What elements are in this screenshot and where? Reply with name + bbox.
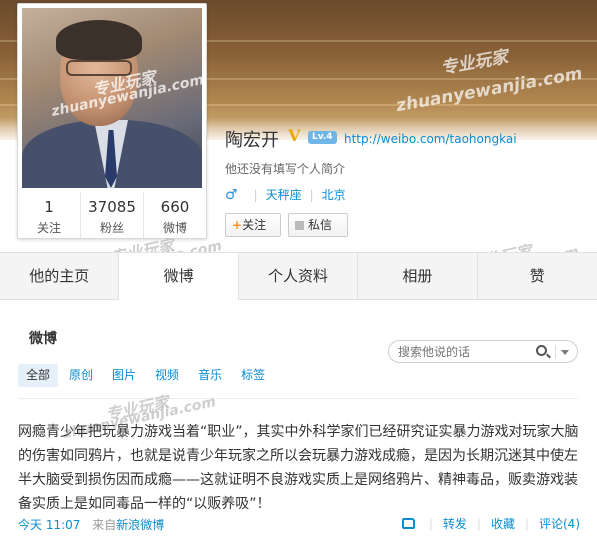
verified-icon[interactable]: V xyxy=(288,126,300,145)
message-label: 私信 xyxy=(308,218,333,232)
post-text: 网瘾青少年把玩暴力游戏当着“职业”，其实中外科学家们已经研究证实暴力游戏对玩家大… xyxy=(18,424,579,512)
action-separator: | xyxy=(428,516,433,531)
tab-album[interactable]: 相册 xyxy=(358,253,478,299)
location-link[interactable]: 北京 xyxy=(322,186,346,203)
level-badge[interactable]: Lv.4 xyxy=(308,131,337,144)
comment-button[interactable]: 评论(4) xyxy=(539,515,580,532)
like-icon[interactable] xyxy=(401,518,415,529)
message-icon xyxy=(295,221,304,230)
stat-following-label: 关注 xyxy=(36,221,61,235)
feed-search[interactable] xyxy=(388,340,578,363)
profile-url[interactable]: http://weibo.com/taohongkai xyxy=(344,132,517,146)
follow-label: 关注 xyxy=(242,218,267,232)
filter-music[interactable]: 音乐 xyxy=(190,364,230,387)
tab-profile-info[interactable]: 个人资料 xyxy=(239,253,359,299)
avatar[interactable]: 专业玩家 zhuanyewanjia.com xyxy=(22,8,202,188)
profile-name: 陶宏开 xyxy=(225,130,279,151)
male-icon: ♂ xyxy=(225,186,238,203)
filter-original[interactable]: 原创 xyxy=(61,364,101,387)
feed-divider xyxy=(18,398,579,399)
post-source-link[interactable]: 新浪微博 xyxy=(116,518,164,532)
chevron-down-icon[interactable] xyxy=(561,350,569,355)
stat-posts-count: 660 xyxy=(160,198,190,216)
stat-following-count: 1 xyxy=(44,198,54,216)
stat-followers[interactable]: 37085 粉丝 xyxy=(81,192,144,238)
watermark-en: zhuanyewanjia.com xyxy=(394,63,584,117)
filter-video[interactable]: 视频 xyxy=(147,364,187,387)
tab-home[interactable]: 他的主页 xyxy=(0,253,120,299)
watermark-cn: 专业玩家 xyxy=(439,47,510,79)
meta-separator: | xyxy=(309,187,314,202)
stat-posts[interactable]: 660 微博 xyxy=(144,192,206,238)
post-meta: 今天 11:07 来自新浪微博 xyxy=(18,516,164,533)
post-source-prefix: 来自 xyxy=(92,518,117,532)
profile-card: 专业玩家 zhuanyewanjia.com 1 关注 37085 粉丝 660… xyxy=(17,3,207,239)
post-time[interactable]: 今天 11:07 xyxy=(18,518,80,532)
filter-tags[interactable]: 标签 xyxy=(233,364,273,387)
tab-likes[interactable]: 赞 xyxy=(478,253,597,299)
post-actions: | 转发 | 收藏 | 评论(4) xyxy=(401,515,580,532)
meta-separator: | xyxy=(253,187,258,202)
profile-meta: ♂ | 天秤座 | 北京 xyxy=(225,186,346,203)
favorite-button[interactable]: 收藏 xyxy=(491,515,515,532)
filter-all[interactable]: 全部 xyxy=(18,364,59,387)
filter-image[interactable]: 图片 xyxy=(104,364,144,387)
profile-bio: 他还没有填写个人简介 xyxy=(225,162,346,176)
action-separator: | xyxy=(476,516,481,531)
profile-stats: 1 关注 37085 粉丝 660 微博 xyxy=(18,192,206,238)
feed-title: 微博 xyxy=(29,331,57,347)
tab-weibo[interactable]: 微博 xyxy=(119,253,239,301)
avatar-hair xyxy=(56,20,142,60)
follow-button[interactable]: +关注 xyxy=(225,213,281,237)
constellation-link[interactable]: 天秤座 xyxy=(266,186,302,203)
stat-following[interactable]: 1 关注 xyxy=(18,192,81,238)
stat-followers-count: 37085 xyxy=(88,198,136,216)
feed-filters: 全部 原创 图片 视频 音乐 标签 xyxy=(18,364,276,387)
message-button[interactable]: 私信 xyxy=(288,213,348,237)
plus-icon: + xyxy=(232,218,243,232)
action-separator: | xyxy=(524,516,529,531)
search-input[interactable] xyxy=(398,344,528,360)
stat-posts-label: 微博 xyxy=(162,221,187,235)
profile-tabs: 他的主页 微博 个人资料 相册 赞 xyxy=(0,252,597,301)
search-icon[interactable] xyxy=(536,345,547,356)
stat-followers-label: 粉丝 xyxy=(99,221,124,235)
search-divider xyxy=(555,345,556,359)
repost-button[interactable]: 转发 xyxy=(443,515,467,532)
